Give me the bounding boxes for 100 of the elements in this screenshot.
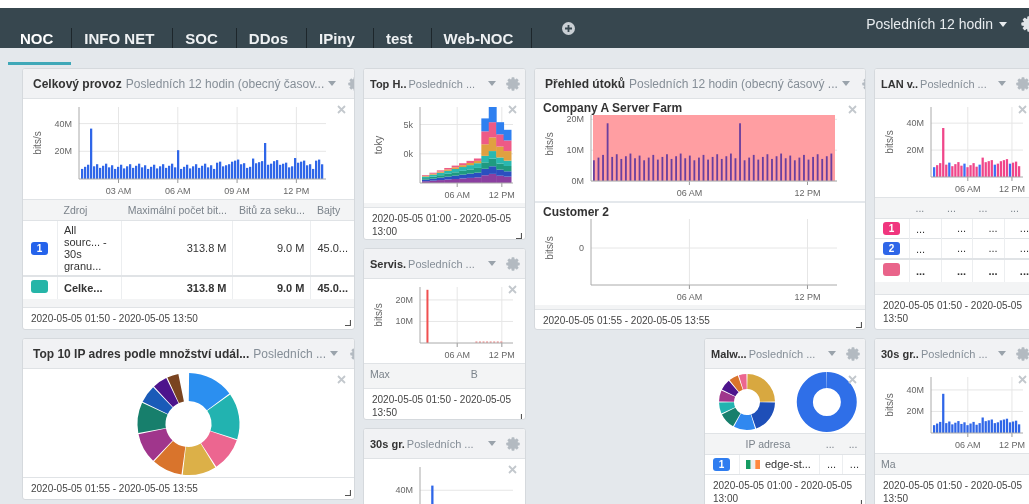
widget-title: 30s gr. <box>370 437 405 450</box>
time-range-select[interactable]: Posledních 12 hodin (obecný časový ... <box>629 76 838 91</box>
axis-tick-label: 03 AM <box>105 178 132 196</box>
close-icon[interactable] <box>848 105 857 114</box>
tab[interactable]: NOC <box>8 28 72 48</box>
table-cell: ... <box>916 265 926 277</box>
tab[interactable]: test <box>373 28 431 48</box>
axis-tick-label: 06 AM <box>955 432 981 450</box>
table-cell: ... <box>956 264 967 277</box>
axis-tick-label: 20M <box>906 145 924 156</box>
axis-tick-label: 5k <box>403 119 413 130</box>
column-header[interactable]: Bitů za seku... <box>232 199 311 221</box>
close-icon[interactable] <box>508 465 517 474</box>
table-cell: 45.0... <box>317 281 348 294</box>
axis-tick-label: 12 PM <box>998 432 1025 450</box>
axis-title: bits/s <box>544 132 555 156</box>
date-range-text: 2020-05-05 01:55 - 2020-05-05 13:55 <box>31 483 198 494</box>
column-header[interactable]: Bajty <box>310 199 354 221</box>
table-cell: ... <box>916 222 926 235</box>
time-range-select[interactable]: Posledních ... <box>408 77 476 90</box>
series-number-badge: 1 <box>31 241 48 255</box>
table-cell: ... <box>988 264 998 277</box>
caret-icon <box>999 21 1007 27</box>
flag-icon <box>746 459 760 469</box>
close-icon[interactable] <box>1018 375 1027 384</box>
column-header[interactable]: ... <box>842 433 865 455</box>
series-number-badge: 1 <box>883 222 900 235</box>
axis-tick-label: 40M <box>906 384 924 395</box>
donut-slice <box>201 431 237 467</box>
date-range-text: 2020-05-05 01:50 - 2020-05-05 13:50 <box>883 300 1022 324</box>
table-cell: ... <box>916 242 926 255</box>
date-range-text: 2020-05-05 01:00 - 2020-05-05 13:00 <box>372 213 511 237</box>
close-icon[interactable] <box>337 375 346 384</box>
caret-icon[interactable] <box>328 81 337 86</box>
table-cell: Celke... <box>64 282 103 294</box>
axis-tick-label: 06 AM <box>955 176 981 194</box>
series-number-badge: 1 <box>713 458 730 471</box>
caret-icon[interactable] <box>488 81 496 86</box>
axis-tick-label: 20M <box>54 146 72 157</box>
donut-slice <box>138 428 173 461</box>
caret-icon[interactable] <box>488 261 496 266</box>
column-header[interactable]: IP adresa <box>739 433 820 455</box>
close-icon[interactable] <box>508 105 517 114</box>
column-header[interactable]: Ma <box>875 453 1029 474</box>
caret-icon[interactable] <box>841 81 850 86</box>
caret-icon[interactable] <box>488 441 496 446</box>
table-cell: All sourc... - 30s granu... <box>64 224 107 272</box>
column-header[interactable]: Zdroj <box>57 199 122 221</box>
axis-tick-label: 20M <box>566 115 584 125</box>
close-icon[interactable] <box>337 105 346 114</box>
chart-title: Customer 2 <box>542 204 610 219</box>
time-range-select[interactable]: Posledních ... <box>408 257 475 270</box>
time-range-select[interactable]: Posledních ... <box>748 347 816 360</box>
close-icon[interactable] <box>508 285 517 294</box>
close-icon[interactable] <box>1018 105 1027 114</box>
table-cell: 9.0 M <box>276 241 305 254</box>
table-cell: edge-st... <box>765 458 811 471</box>
column-header[interactable]: ... <box>819 433 843 455</box>
column-header[interactable]: Maximální počet bit... <box>121 199 233 221</box>
caret-icon[interactable] <box>330 351 338 356</box>
table-cell: ... <box>1019 264 1029 277</box>
donut-slice <box>188 373 230 411</box>
time-range-select[interactable]: Posledních ... <box>253 346 326 361</box>
resize-handle-icon[interactable] <box>345 490 351 496</box>
add-tab-icon[interactable] <box>562 22 576 35</box>
widget-title: Top H.. <box>370 77 407 90</box>
column-header[interactable]: Max <box>364 363 465 384</box>
tab[interactable]: Web-NOC <box>431 28 532 48</box>
time-range-select[interactable]: Posledních ... <box>406 437 474 450</box>
axis-title: bits/s <box>884 393 895 417</box>
resize-handle-icon[interactable] <box>516 233 522 239</box>
date-range-text: 2020-05-05 01:55 - 2020-05-05 13:55 <box>543 315 710 326</box>
column-header[interactable]: ... <box>1004 197 1029 219</box>
close-icon[interactable] <box>848 375 857 384</box>
tab[interactable]: SOC <box>173 28 236 48</box>
column-header[interactable]: ... <box>909 197 942 219</box>
widget-title: LAN v.. <box>881 77 919 90</box>
date-range-text: 2020-05-05 01:50 - 2020-05-05 13:50 <box>883 480 1022 504</box>
column-header[interactable]: ... <box>972 197 1005 219</box>
time-range-select[interactable]: Posledních ... <box>920 77 987 90</box>
donut-slice <box>207 394 240 440</box>
column-header[interactable]: ... <box>941 197 973 219</box>
tab[interactable]: DDos <box>236 28 307 48</box>
resize-handle-icon[interactable] <box>345 320 351 326</box>
tab[interactable]: IPiny <box>307 28 373 48</box>
time-range-select[interactable]: Posledních 12 hodin (obecný časov... <box>125 76 325 91</box>
donut-slice <box>182 443 216 475</box>
table-cell: ... <box>956 222 967 234</box>
tab[interactable]: INFO NET <box>72 28 173 48</box>
caret-icon[interactable] <box>828 351 836 356</box>
axis-tick-label: 06 AM <box>165 178 191 196</box>
widget-title: Servis. <box>370 257 407 270</box>
axis-tick-label: 10M <box>395 316 413 327</box>
caret-icon[interactable] <box>998 351 1006 356</box>
bar-series-drawing <box>431 485 434 504</box>
column-header[interactable]: B <box>464 363 525 384</box>
time-range-select[interactable]: Posledních 12 hodin <box>866 15 1007 33</box>
caret-icon[interactable] <box>998 81 1006 86</box>
time-range-select[interactable]: Posledních ... <box>920 347 988 360</box>
resize-handle-icon[interactable] <box>856 322 862 328</box>
